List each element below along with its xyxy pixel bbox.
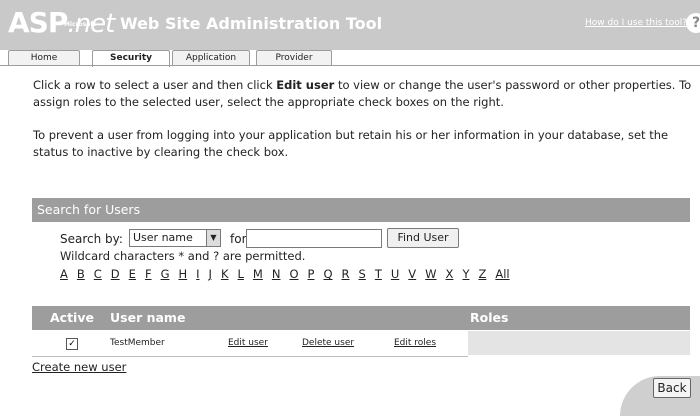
letter-link[interactable]: T xyxy=(375,267,382,281)
table-row[interactable]: ✓ TestMember Edit user Delete user Edit … xyxy=(32,331,690,355)
delete-user-link[interactable]: Delete user xyxy=(302,338,354,348)
letter-link[interactable]: P xyxy=(308,267,315,281)
letter-link[interactable]: H xyxy=(178,267,187,281)
active-checkbox[interactable]: ✓ xyxy=(66,338,78,350)
create-new-user-link[interactable]: Create new user xyxy=(32,360,126,374)
tab-divider xyxy=(0,65,700,66)
letter-link[interactable]: Q xyxy=(323,267,332,281)
edit-user-link[interactable]: Edit user xyxy=(228,338,268,348)
wildcard-note: Wildcard characters * and ? are permitte… xyxy=(60,249,306,263)
letter-link[interactable]: K xyxy=(221,267,229,281)
letter-link[interactable]: S xyxy=(359,267,366,281)
tab-provider[interactable]: Provider xyxy=(256,50,332,65)
letter-link[interactable]: C xyxy=(94,267,102,281)
search-by-label: Search by: xyxy=(60,232,123,246)
letter-link[interactable]: D xyxy=(111,267,120,281)
username-cell: TestMember xyxy=(110,338,165,348)
letter-link[interactable]: E xyxy=(129,267,136,281)
help-link[interactable]: How do I use this tool? xyxy=(585,18,687,28)
tool-title: Web Site Administration Tool xyxy=(120,14,383,33)
search-section-header: Search for Users xyxy=(32,198,690,222)
intro-bold: Edit user xyxy=(276,78,335,92)
letter-link[interactable]: A xyxy=(60,267,68,281)
logo-microsoft: Microsoft xyxy=(64,21,96,28)
edit-roles-link[interactable]: Edit roles xyxy=(394,338,436,348)
row-divider xyxy=(32,356,468,357)
letter-link[interactable]: R xyxy=(342,267,350,281)
search-by-value: User name xyxy=(133,231,193,244)
intro-text-part: Click a row to select a user and then cl… xyxy=(33,78,277,92)
intro-paragraph-1: Click a row to select a user and then cl… xyxy=(33,77,695,111)
column-user-name: User name xyxy=(110,310,186,325)
letter-link[interactable]: M xyxy=(253,267,263,281)
tab-bar: Home Security Application Provider xyxy=(0,50,700,67)
column-roles: Roles xyxy=(470,310,509,325)
alphabet-filter: A B C D E F G H I J K L M N O P Q R S T U V W X Y Z All xyxy=(60,267,519,281)
users-table-header: Active User name Roles xyxy=(32,306,690,330)
back-button[interactable]: Back xyxy=(653,378,691,398)
intro-paragraph-2: To prevent a user from logging into your… xyxy=(33,128,669,159)
letter-link[interactable]: Z xyxy=(478,267,486,281)
tab-home[interactable]: Home xyxy=(8,50,80,65)
roles-cell xyxy=(468,331,690,355)
letter-link[interactable]: X xyxy=(446,267,454,281)
help-icon[interactable]: ? xyxy=(686,13,700,33)
letter-link[interactable]: G xyxy=(161,267,170,281)
letter-link[interactable]: W xyxy=(425,267,436,281)
header-bar: ASP.net Microsoft Web Site Administratio… xyxy=(0,0,700,50)
letter-link[interactable]: U xyxy=(391,267,399,281)
logo-asp: ASP xyxy=(8,6,68,39)
letter-link[interactable]: V xyxy=(408,267,416,281)
letter-link[interactable]: N xyxy=(272,267,281,281)
column-active: Active xyxy=(50,310,94,325)
search-by-select[interactable]: User name ▼ xyxy=(129,229,221,247)
find-user-button[interactable]: Find User xyxy=(387,228,459,248)
letter-link[interactable]: L xyxy=(238,267,244,281)
search-input[interactable] xyxy=(246,229,382,248)
aspnet-logo: ASP.net Microsoft xyxy=(8,6,115,41)
letter-link[interactable]: J xyxy=(209,267,212,281)
chevron-down-icon[interactable]: ▼ xyxy=(206,230,220,246)
letter-link-all[interactable]: All xyxy=(495,267,509,281)
letter-link[interactable]: I xyxy=(196,267,199,281)
letter-link[interactable]: O xyxy=(289,267,298,281)
tab-application[interactable]: Application xyxy=(172,50,250,65)
letter-link[interactable]: F xyxy=(145,267,152,281)
intro-text: Click a row to select a user and then cl… xyxy=(33,77,695,177)
letter-link[interactable]: Y xyxy=(462,267,469,281)
letter-link[interactable]: B xyxy=(77,267,85,281)
